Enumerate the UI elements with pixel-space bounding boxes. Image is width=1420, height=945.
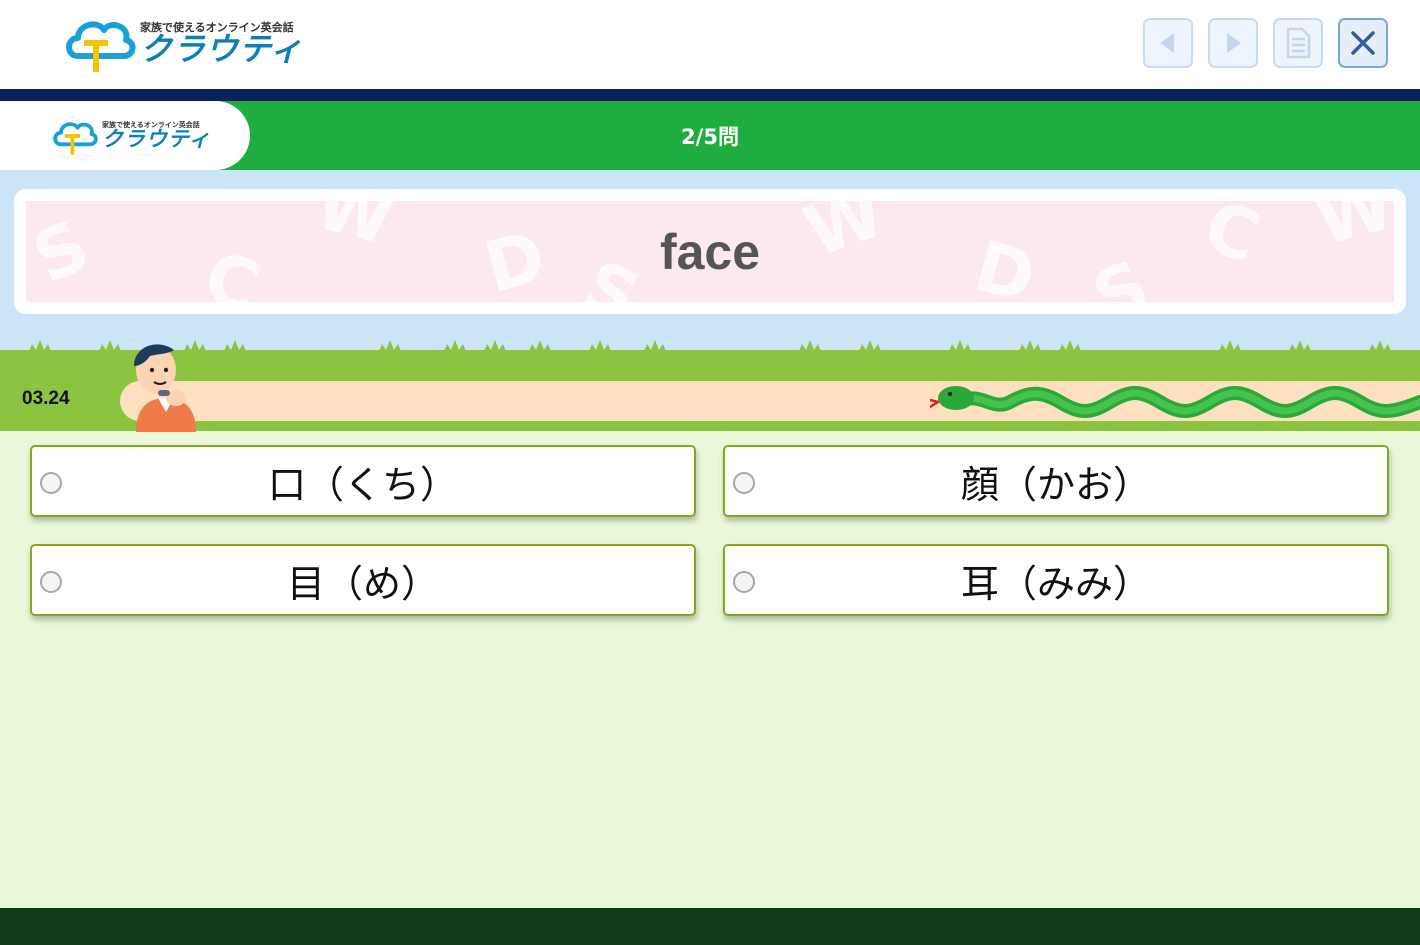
document-icon	[1286, 27, 1311, 59]
answer-label: 口（くち）	[267, 462, 458, 507]
background-letter-icon: D	[966, 224, 1044, 302]
snake-timer-icon	[930, 386, 1420, 418]
document-button[interactable]	[1273, 18, 1323, 68]
answer-choice-4[interactable]: 耳（みみ）	[723, 544, 1389, 616]
background-letter-icon: W	[794, 201, 895, 274]
answer-label: 目（め）	[286, 561, 439, 606]
grass-tuft	[1058, 340, 1082, 354]
question-word: face	[659, 223, 761, 280]
grass-tuft	[643, 340, 667, 354]
cloud-logo-icon	[66, 21, 136, 72]
background-letter-icon: S	[1081, 244, 1162, 302]
grass-tufts-icon	[28, 340, 1392, 354]
back-button[interactable]	[1143, 18, 1193, 68]
answer-label: 耳（みみ）	[960, 561, 1151, 606]
close-icon	[1351, 31, 1375, 55]
answer-choice-3[interactable]: 目（め）	[30, 544, 696, 616]
grass-tuft	[858, 340, 882, 354]
background-letter-icon: S	[571, 244, 652, 302]
logo-name: クラウティ	[140, 29, 304, 68]
forward-button[interactable]	[1208, 18, 1258, 68]
grass-tuft	[1368, 340, 1392, 354]
timer-value: 03.24	[22, 388, 70, 409]
grass-tuft	[528, 340, 552, 354]
grass-tuft	[588, 340, 612, 354]
background-letter-icon: W	[306, 201, 403, 262]
grass-tuft	[483, 340, 507, 354]
back-icon	[1160, 33, 1174, 53]
grass-tuft	[1018, 340, 1042, 354]
grass-tuft	[1218, 340, 1242, 354]
grass-tuft	[28, 340, 52, 354]
grass-tuft	[798, 340, 822, 354]
word-card: S C W D S W D S C W face	[14, 189, 1406, 314]
background-letter-icon: D	[476, 214, 554, 302]
grass-tuft	[1288, 340, 1312, 354]
background-letter-icon: S	[26, 204, 102, 300]
quiz-bar: 家族で使えるオンライン英会話 クラウティ 2/5問	[0, 101, 1420, 170]
answer-label: 顔（かお）	[960, 462, 1151, 507]
answer-choice-1[interactable]: 口（くち）	[30, 445, 696, 517]
background-letter-icon: W	[1306, 201, 1394, 262]
background-letter-icon: C	[193, 234, 270, 302]
close-button[interactable]	[1338, 18, 1388, 68]
grass-tuft	[378, 340, 402, 354]
grass-tuft	[98, 340, 122, 354]
brand-logo: 家族で使えるオンライン英会話 クラウティ	[64, 12, 303, 74]
boy-character-icon	[134, 344, 196, 432]
question-progress: 2/5問	[681, 125, 739, 149]
footer-bar	[0, 908, 1420, 945]
grass-tuft	[948, 340, 972, 354]
top-header: 家族で使えるオンライン英会話 クラウティ	[0, 0, 1420, 89]
header-divider	[0, 89, 1420, 101]
answer-choice-2[interactable]: 顔（かお）	[723, 445, 1389, 517]
grass-tuft	[443, 340, 467, 354]
word-card-inner: S C W D S W D S C W face	[26, 201, 1394, 302]
forward-icon	[1227, 33, 1241, 53]
background-letter-icon: C	[1193, 201, 1270, 280]
grass-tuft	[223, 340, 247, 354]
